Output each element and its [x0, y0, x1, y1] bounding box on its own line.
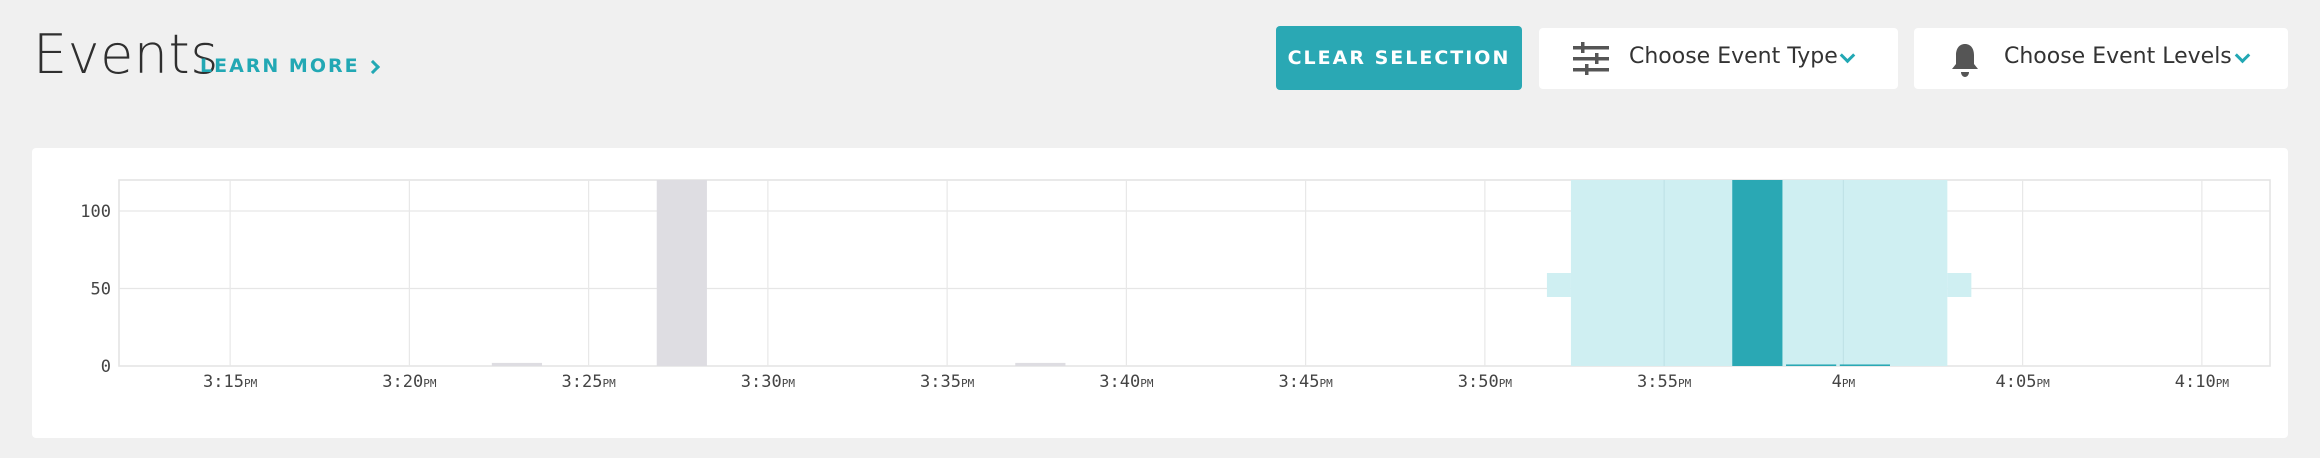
clear-selection-button[interactable]: CLEAR SELECTION [1276, 26, 1522, 90]
histogram-bar[interactable] [1732, 180, 1783, 366]
x-tick-suffix: PM [2036, 377, 2050, 390]
events-histogram-card: 0 50 100 3:15PM 3:20PM 3:25PM 3:30PM 3:35PM 3:40… [32, 148, 2288, 438]
histogram-bar[interactable] [1839, 364, 1890, 366]
chevron-down-icon [2234, 47, 2251, 64]
histogram-bar[interactable] [1786, 364, 1837, 366]
x-tick-suffix: PM [423, 377, 437, 390]
x-tick-suffix: PM [1842, 377, 1856, 390]
x-tick-suffix: PM [1499, 377, 1513, 390]
x-tick-label: 3:25PM [562, 372, 617, 392]
x-tick-suffix: PM [602, 377, 616, 390]
x-tick-suffix: PM [2216, 377, 2230, 390]
selection-handle-right[interactable] [1947, 273, 1972, 297]
learn-more-link[interactable]: LEARN MORE [200, 55, 380, 77]
y-tick-label: 0 [101, 357, 111, 377]
bell-icon [1950, 42, 1980, 82]
x-tick-label: 3:30PM [741, 372, 796, 392]
learn-more-label: LEARN MORE [200, 55, 360, 77]
x-tick-label: 4:10PM [2175, 372, 2230, 392]
selection-handle-left[interactable] [1546, 273, 1571, 297]
y-tick-label: 100 [80, 202, 111, 222]
x-tick-label: 3:20PM [382, 372, 437, 392]
histogram-bar[interactable] [656, 180, 707, 366]
chevron-right-icon [365, 59, 380, 74]
events-header: Events LEARN MORE CLEAR SELECTION Choose… [0, 0, 2320, 120]
x-tick-label: 3:40PM [1099, 372, 1154, 392]
event-type-dropdown[interactable]: Choose Event Type [1539, 28, 1898, 89]
event-levels-dropdown[interactable]: Choose Event Levels [1914, 28, 2288, 89]
chevron-down-icon [1839, 47, 1856, 64]
x-tick-suffix: PM [1140, 377, 1154, 390]
x-tick-label: 4:05PM [1996, 372, 2051, 392]
event-type-label: Choose Event Type [1629, 44, 1838, 69]
x-tick-label: 3:55PM [1637, 372, 1692, 392]
event-levels-label: Choose Event Levels [2004, 44, 2232, 69]
x-tick-suffix: PM [244, 377, 258, 390]
x-tick-label: 3:50PM [1458, 372, 1513, 392]
y-tick-label: 50 [91, 280, 111, 300]
x-tick-suffix: PM [1678, 377, 1692, 390]
x-tick-suffix: PM [782, 377, 796, 390]
x-tick-label: 3:45PM [1279, 372, 1334, 392]
events-histogram-chart[interactable]: 0 50 100 3:15PM 3:20PM 3:25PM 3:30PM 3:35PM 3:40… [32, 148, 2288, 438]
histogram-bar[interactable] [491, 362, 543, 366]
page-title: Events [33, 23, 219, 86]
x-tick-suffix: PM [961, 377, 975, 390]
x-tick-label: 4PM [1832, 372, 1856, 392]
x-tick-label: 3:15PM [203, 372, 258, 392]
x-tick-label: 3:35PM [920, 372, 975, 392]
histogram-bar[interactable] [1015, 362, 1066, 366]
x-tick-suffix: PM [1319, 377, 1333, 390]
sliders-icon [1573, 42, 1609, 80]
